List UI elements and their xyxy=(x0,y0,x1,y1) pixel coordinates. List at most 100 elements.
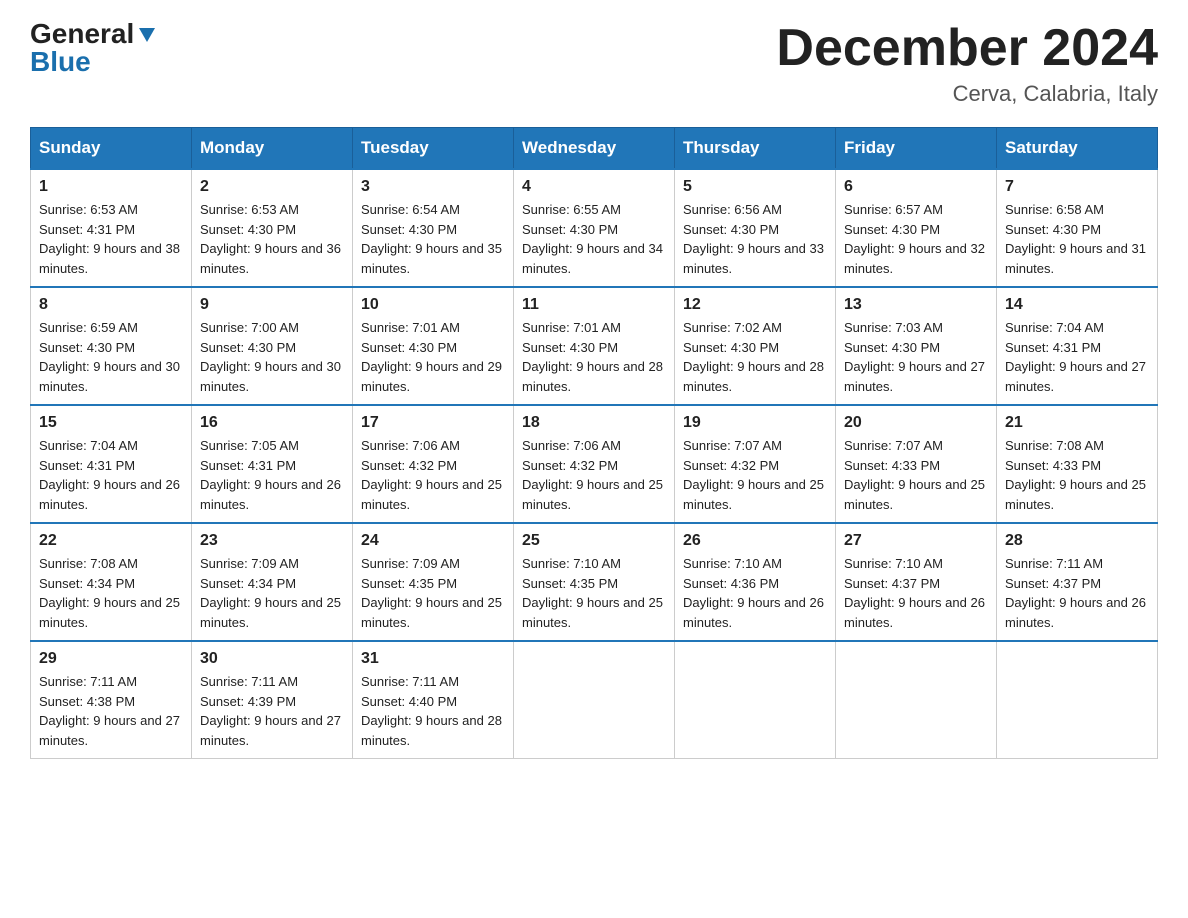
month-title: December 2024 xyxy=(776,20,1158,77)
day-info: Sunrise: 6:53 AMSunset: 4:30 PMDaylight:… xyxy=(200,202,341,276)
day-info: Sunrise: 7:11 AMSunset: 4:37 PMDaylight:… xyxy=(1005,556,1146,630)
day-info: Sunrise: 7:06 AMSunset: 4:32 PMDaylight:… xyxy=(361,438,502,512)
day-number: 28 xyxy=(1005,532,1149,550)
day-number: 4 xyxy=(522,178,666,196)
day-number: 7 xyxy=(1005,178,1149,196)
day-info: Sunrise: 7:01 AMSunset: 4:30 PMDaylight:… xyxy=(522,320,663,394)
calendar-cell: 11 Sunrise: 7:01 AMSunset: 4:30 PMDaylig… xyxy=(514,287,675,405)
day-number: 24 xyxy=(361,532,505,550)
day-info: Sunrise: 7:11 AMSunset: 4:40 PMDaylight:… xyxy=(361,674,502,748)
calendar-cell: 1 Sunrise: 6:53 AMSunset: 4:31 PMDayligh… xyxy=(31,169,192,287)
weekday-header-tuesday: Tuesday xyxy=(353,128,514,170)
calendar-cell: 18 Sunrise: 7:06 AMSunset: 4:32 PMDaylig… xyxy=(514,405,675,523)
day-info: Sunrise: 7:11 AMSunset: 4:39 PMDaylight:… xyxy=(200,674,341,748)
day-info: Sunrise: 6:57 AMSunset: 4:30 PMDaylight:… xyxy=(844,202,985,276)
day-number: 18 xyxy=(522,414,666,432)
calendar-cell: 14 Sunrise: 7:04 AMSunset: 4:31 PMDaylig… xyxy=(997,287,1158,405)
day-info: Sunrise: 7:00 AMSunset: 4:30 PMDaylight:… xyxy=(200,320,341,394)
day-number: 20 xyxy=(844,414,988,432)
day-info: Sunrise: 7:09 AMSunset: 4:35 PMDaylight:… xyxy=(361,556,502,630)
calendar-week-row: 1 Sunrise: 6:53 AMSunset: 4:31 PMDayligh… xyxy=(31,169,1158,287)
calendar-cell: 8 Sunrise: 6:59 AMSunset: 4:30 PMDayligh… xyxy=(31,287,192,405)
calendar-cell: 6 Sunrise: 6:57 AMSunset: 4:30 PMDayligh… xyxy=(836,169,997,287)
weekday-header-monday: Monday xyxy=(192,128,353,170)
day-number: 23 xyxy=(200,532,344,550)
calendar-cell xyxy=(514,641,675,759)
weekday-header-row: SundayMondayTuesdayWednesdayThursdayFrid… xyxy=(31,128,1158,170)
day-info: Sunrise: 7:07 AMSunset: 4:32 PMDaylight:… xyxy=(683,438,824,512)
calendar-cell: 13 Sunrise: 7:03 AMSunset: 4:30 PMDaylig… xyxy=(836,287,997,405)
day-info: Sunrise: 6:58 AMSunset: 4:30 PMDaylight:… xyxy=(1005,202,1146,276)
day-info: Sunrise: 7:08 AMSunset: 4:34 PMDaylight:… xyxy=(39,556,180,630)
day-info: Sunrise: 7:04 AMSunset: 4:31 PMDaylight:… xyxy=(39,438,180,512)
day-info: Sunrise: 7:10 AMSunset: 4:37 PMDaylight:… xyxy=(844,556,985,630)
day-number: 11 xyxy=(522,296,666,314)
calendar-cell: 22 Sunrise: 7:08 AMSunset: 4:34 PMDaylig… xyxy=(31,523,192,641)
page-header: General Blue December 2024 Cerva, Calabr… xyxy=(30,20,1158,107)
calendar-cell: 24 Sunrise: 7:09 AMSunset: 4:35 PMDaylig… xyxy=(353,523,514,641)
day-number: 12 xyxy=(683,296,827,314)
calendar-cell: 2 Sunrise: 6:53 AMSunset: 4:30 PMDayligh… xyxy=(192,169,353,287)
calendar-cell: 30 Sunrise: 7:11 AMSunset: 4:39 PMDaylig… xyxy=(192,641,353,759)
day-info: Sunrise: 7:02 AMSunset: 4:30 PMDaylight:… xyxy=(683,320,824,394)
day-info: Sunrise: 6:54 AMSunset: 4:30 PMDaylight:… xyxy=(361,202,502,276)
day-number: 13 xyxy=(844,296,988,314)
logo-general: General xyxy=(30,20,134,48)
day-number: 26 xyxy=(683,532,827,550)
title-block: December 2024 Cerva, Calabria, Italy xyxy=(776,20,1158,107)
day-info: Sunrise: 7:03 AMSunset: 4:30 PMDaylight:… xyxy=(844,320,985,394)
calendar-week-row: 8 Sunrise: 6:59 AMSunset: 4:30 PMDayligh… xyxy=(31,287,1158,405)
day-number: 6 xyxy=(844,178,988,196)
logo-blue: Blue xyxy=(30,48,91,76)
calendar-week-row: 22 Sunrise: 7:08 AMSunset: 4:34 PMDaylig… xyxy=(31,523,1158,641)
calendar-cell: 16 Sunrise: 7:05 AMSunset: 4:31 PMDaylig… xyxy=(192,405,353,523)
calendar-cell: 20 Sunrise: 7:07 AMSunset: 4:33 PMDaylig… xyxy=(836,405,997,523)
day-number: 1 xyxy=(39,178,183,196)
day-info: Sunrise: 6:55 AMSunset: 4:30 PMDaylight:… xyxy=(522,202,663,276)
calendar-cell: 31 Sunrise: 7:11 AMSunset: 4:40 PMDaylig… xyxy=(353,641,514,759)
location: Cerva, Calabria, Italy xyxy=(776,81,1158,107)
weekday-header-friday: Friday xyxy=(836,128,997,170)
day-number: 17 xyxy=(361,414,505,432)
day-info: Sunrise: 7:04 AMSunset: 4:31 PMDaylight:… xyxy=(1005,320,1146,394)
day-info: Sunrise: 6:56 AMSunset: 4:30 PMDaylight:… xyxy=(683,202,824,276)
day-number: 29 xyxy=(39,650,183,668)
calendar-cell: 10 Sunrise: 7:01 AMSunset: 4:30 PMDaylig… xyxy=(353,287,514,405)
day-info: Sunrise: 6:59 AMSunset: 4:30 PMDaylight:… xyxy=(39,320,180,394)
calendar-cell: 7 Sunrise: 6:58 AMSunset: 4:30 PMDayligh… xyxy=(997,169,1158,287)
day-number: 19 xyxy=(683,414,827,432)
calendar-cell xyxy=(836,641,997,759)
day-info: Sunrise: 6:53 AMSunset: 4:31 PMDaylight:… xyxy=(39,202,180,276)
calendar-cell: 28 Sunrise: 7:11 AMSunset: 4:37 PMDaylig… xyxy=(997,523,1158,641)
logo: General Blue xyxy=(30,20,158,76)
calendar-week-row: 15 Sunrise: 7:04 AMSunset: 4:31 PMDaylig… xyxy=(31,405,1158,523)
calendar-cell xyxy=(675,641,836,759)
calendar-cell xyxy=(997,641,1158,759)
calendar-cell: 9 Sunrise: 7:00 AMSunset: 4:30 PMDayligh… xyxy=(192,287,353,405)
day-number: 9 xyxy=(200,296,344,314)
calendar-cell: 4 Sunrise: 6:55 AMSunset: 4:30 PMDayligh… xyxy=(514,169,675,287)
weekday-header-wednesday: Wednesday xyxy=(514,128,675,170)
day-info: Sunrise: 7:10 AMSunset: 4:35 PMDaylight:… xyxy=(522,556,663,630)
calendar-week-row: 29 Sunrise: 7:11 AMSunset: 4:38 PMDaylig… xyxy=(31,641,1158,759)
logo-arrow-icon xyxy=(136,24,158,46)
day-number: 2 xyxy=(200,178,344,196)
day-number: 8 xyxy=(39,296,183,314)
calendar-cell: 12 Sunrise: 7:02 AMSunset: 4:30 PMDaylig… xyxy=(675,287,836,405)
day-info: Sunrise: 7:05 AMSunset: 4:31 PMDaylight:… xyxy=(200,438,341,512)
day-number: 21 xyxy=(1005,414,1149,432)
day-info: Sunrise: 7:11 AMSunset: 4:38 PMDaylight:… xyxy=(39,674,180,748)
day-number: 22 xyxy=(39,532,183,550)
calendar-table: SundayMondayTuesdayWednesdayThursdayFrid… xyxy=(30,127,1158,759)
calendar-cell: 25 Sunrise: 7:10 AMSunset: 4:35 PMDaylig… xyxy=(514,523,675,641)
weekday-header-thursday: Thursday xyxy=(675,128,836,170)
calendar-cell: 19 Sunrise: 7:07 AMSunset: 4:32 PMDaylig… xyxy=(675,405,836,523)
day-number: 15 xyxy=(39,414,183,432)
calendar-cell: 27 Sunrise: 7:10 AMSunset: 4:37 PMDaylig… xyxy=(836,523,997,641)
day-info: Sunrise: 7:01 AMSunset: 4:30 PMDaylight:… xyxy=(361,320,502,394)
day-info: Sunrise: 7:09 AMSunset: 4:34 PMDaylight:… xyxy=(200,556,341,630)
day-info: Sunrise: 7:07 AMSunset: 4:33 PMDaylight:… xyxy=(844,438,985,512)
day-info: Sunrise: 7:06 AMSunset: 4:32 PMDaylight:… xyxy=(522,438,663,512)
day-number: 10 xyxy=(361,296,505,314)
calendar-cell: 21 Sunrise: 7:08 AMSunset: 4:33 PMDaylig… xyxy=(997,405,1158,523)
